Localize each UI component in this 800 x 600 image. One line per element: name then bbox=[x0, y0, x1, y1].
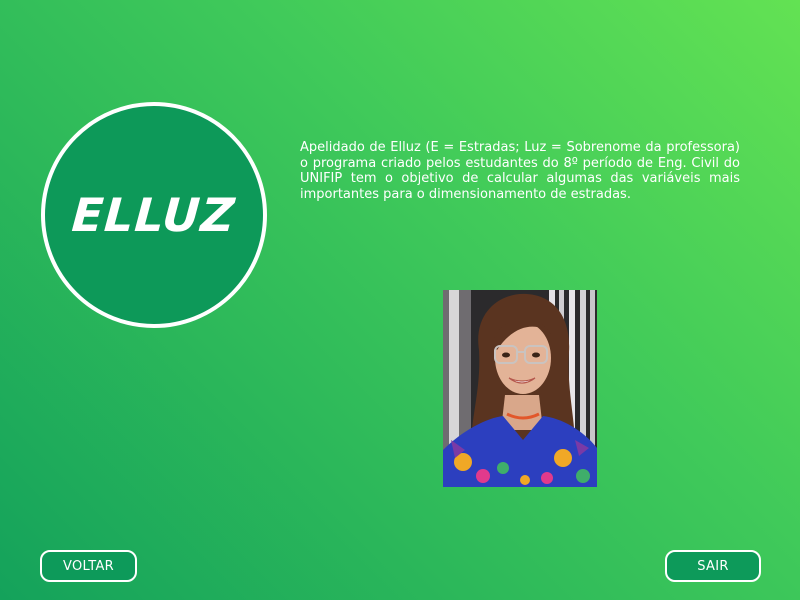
back-button[interactable]: VOLTAR bbox=[40, 550, 137, 582]
logo-text: ELLUZ bbox=[70, 188, 238, 242]
exit-button[interactable]: SAIR bbox=[665, 550, 761, 582]
app-description: Apelidado de Elluz (E = Estradas; Luz = … bbox=[300, 140, 740, 202]
elluz-logo: ELLUZ bbox=[41, 102, 267, 328]
professor-photo bbox=[443, 290, 597, 487]
